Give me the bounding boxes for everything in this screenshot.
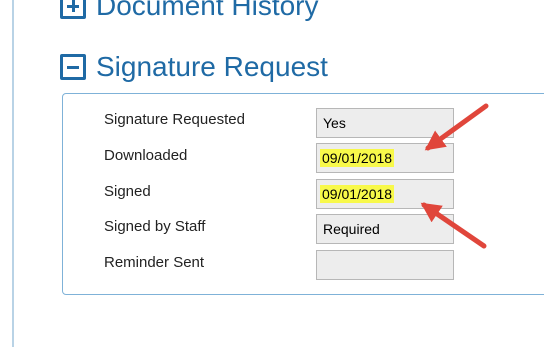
annotation-arrows — [420, 103, 489, 249]
annotation-arrow-downloaded — [424, 103, 489, 151]
annotation-arrow-signed — [420, 202, 487, 249]
